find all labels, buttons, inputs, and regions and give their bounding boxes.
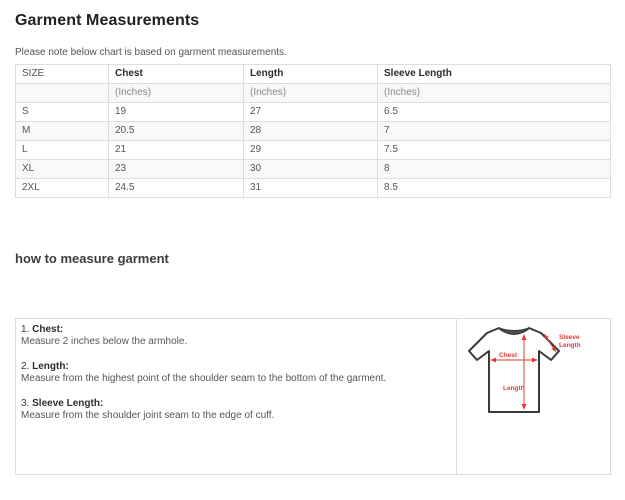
page-title: Garment Measurements — [15, 12, 610, 30]
length-label: Length — [503, 385, 525, 392]
instructions-list: 1. Chest: Measure 2 inches below the arm… — [16, 319, 456, 474]
cell-size: 2XL — [16, 179, 109, 198]
cell-sleeve-length: 8 — [378, 160, 611, 179]
instruction-text: Measure from the shoulder joint seam to … — [21, 410, 448, 422]
cell-size: M — [16, 122, 109, 141]
size-chart-units-row: (Inches) (Inches) (Inches) — [16, 84, 611, 103]
cell-size: L — [16, 141, 109, 160]
units-cell-chest: (Inches) — [109, 84, 244, 103]
table-row-m: M 20.5 28 7 — [16, 122, 611, 141]
cell-sleeve-length: 7 — [378, 122, 611, 141]
garment-measurements-page: Garment Measurements Please note below c… — [0, 0, 625, 500]
table-row-2xl: 2XL 24.5 31 8.5 — [16, 179, 611, 198]
size-chart-table: SIZE Chest Length Sleeve Length (Inches)… — [15, 64, 611, 198]
header-cell-chest: Chest — [109, 65, 244, 84]
units-cell-sleeve-length: (Inches) — [378, 84, 611, 103]
sleeve-length-label-line1: Sleeve — [559, 334, 580, 341]
table-row-xl: XL 23 30 8 — [16, 160, 611, 179]
cell-sleeve-length: 8.5 — [378, 179, 611, 198]
cell-length: 29 — [244, 141, 378, 160]
cell-chest: 23 — [109, 160, 244, 179]
chest-label: Chest — [499, 352, 518, 359]
cell-chest: 19 — [109, 103, 244, 122]
units-cell-size — [16, 84, 109, 103]
cell-size: XL — [16, 160, 109, 179]
cell-length: 28 — [244, 122, 378, 141]
instruction-heading: 3. Sleeve Length: — [21, 398, 448, 410]
table-row-s: S 19 27 6.5 — [16, 103, 611, 122]
instruction-label: Length: — [32, 361, 69, 372]
tshirt-diagram-cell: Chest Length Sleeve Length — [456, 319, 610, 474]
cell-length: 27 — [244, 103, 378, 122]
header-cell-sleeve-length: Sleeve Length — [378, 65, 611, 84]
instruction-chest: 1. Chest: Measure 2 inches below the arm… — [21, 324, 448, 348]
instruction-text: Measure 2 inches below the armhole. — [21, 336, 448, 348]
instruction-label: Chest: — [32, 324, 63, 335]
tshirt-outline — [469, 328, 559, 412]
instruction-length: 2. Length: Measure from the highest poin… — [21, 361, 448, 385]
instruction-number: 1. — [21, 324, 29, 335]
table-row-l: L 21 29 7.5 — [16, 141, 611, 160]
cell-size: S — [16, 103, 109, 122]
cell-chest: 20.5 — [109, 122, 244, 141]
measurement-note: Please note below chart is based on garm… — [15, 47, 610, 58]
tshirt-measurement-diagram: Chest Length Sleeve Length — [466, 324, 581, 419]
instruction-number: 2. — [21, 361, 29, 372]
header-cell-size: SIZE — [16, 65, 109, 84]
cell-chest: 21 — [109, 141, 244, 160]
cell-sleeve-length: 6.5 — [378, 103, 611, 122]
instruction-number: 3. — [21, 398, 29, 409]
instruction-label: Sleeve Length: — [32, 398, 103, 409]
instruction-text: Measure from the highest point of the sh… — [21, 373, 448, 385]
how-to-measure-heading: how to measure garment — [15, 251, 625, 266]
cell-length: 31 — [244, 179, 378, 198]
sleeve-length-label-line2: Length — [559, 342, 581, 349]
units-cell-length: (Inches) — [244, 84, 378, 103]
measure-instructions-panel: 1. Chest: Measure 2 inches below the arm… — [15, 318, 611, 475]
instruction-sleeve-length: 3. Sleeve Length: Measure from the shoul… — [21, 398, 448, 422]
cell-length: 30 — [244, 160, 378, 179]
header-cell-length: Length — [244, 65, 378, 84]
instruction-heading: 2. Length: — [21, 361, 448, 373]
instruction-heading: 1. Chest: — [21, 324, 448, 336]
cell-chest: 24.5 — [109, 179, 244, 198]
size-chart-header-row: SIZE Chest Length Sleeve Length — [16, 65, 611, 84]
cell-sleeve-length: 7.5 — [378, 141, 611, 160]
